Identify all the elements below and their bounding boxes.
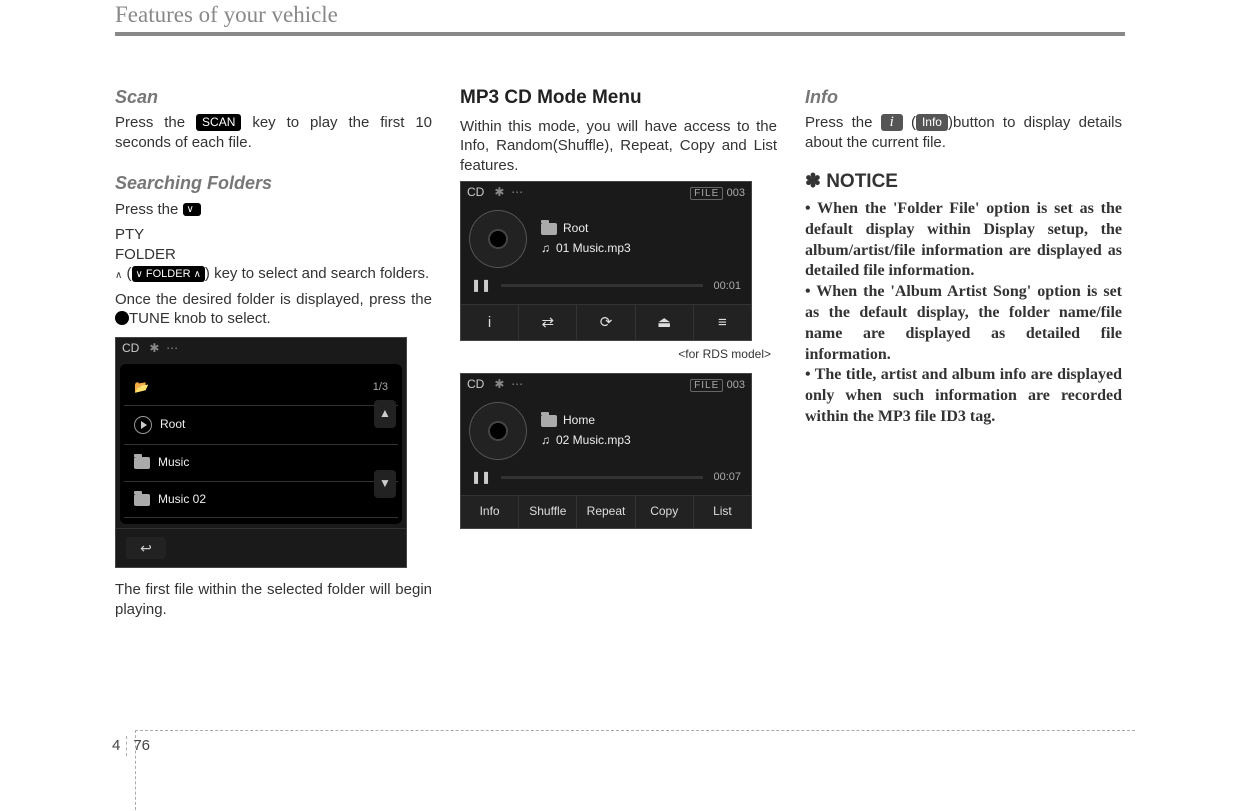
menu-list-icon: ≡	[694, 305, 751, 341]
folder-icon	[541, 223, 557, 235]
now-playing-screen-b: CD ✱ ⋯ FILE 003 Home ♫02 Music.mp3 ❚❚ 00…	[460, 373, 752, 529]
page-footer: 4 76	[0, 730, 1237, 731]
list-item: Music 02	[158, 492, 206, 508]
list-counter: 1/3	[373, 380, 388, 394]
searching-paragraph-2: Once the desired folder is displayed, pr…	[115, 290, 432, 329]
menu-list: List	[694, 496, 751, 528]
source-label: CD	[122, 341, 139, 357]
page-number: 76	[133, 736, 150, 756]
menu-shuffle-icon: ⇄	[519, 305, 577, 341]
folder-key: ∨ FOLDER ∧	[132, 266, 205, 282]
elapsed-time: 00:07	[713, 470, 741, 484]
searching-line2-after: TUNE knob to select.	[129, 310, 271, 327]
file-badge: FILE	[690, 187, 723, 200]
scan-key: SCAN	[196, 114, 241, 131]
notice-heading: ✽ NOTICE	[805, 170, 1122, 195]
column-2: MP3 CD Mode Menu Within this mode, you w…	[460, 86, 777, 626]
pty-top: PTY	[115, 225, 432, 245]
music-note-icon: ♫	[541, 433, 550, 449]
elapsed-time: 00:01	[713, 279, 741, 293]
play-icon	[134, 416, 152, 434]
scan-text-before: Press the	[115, 114, 196, 131]
folder-up-icon: 📂	[134, 380, 149, 396]
pty-folder-key: ∨	[183, 203, 201, 216]
menu-copy-icon: ⏏	[636, 305, 694, 341]
list-item: Root	[160, 417, 185, 433]
rds-caption: <for RDS model>	[460, 347, 771, 363]
menu-copy: Copy	[636, 496, 694, 528]
pause-icon: ❚❚	[471, 470, 491, 486]
list-item: Music	[158, 455, 189, 471]
info-key: Info	[916, 114, 948, 131]
scan-heading: Scan	[115, 86, 432, 109]
np-track: 01 Music.mp3	[556, 241, 631, 257]
after-screen-text: The first file within the selected folde…	[115, 580, 432, 619]
file-number: 003	[727, 379, 745, 391]
column-3: Info Press the i (Info)button to display…	[805, 86, 1122, 626]
section-number: 4	[112, 736, 127, 756]
back-button	[126, 537, 166, 559]
searching-before: Press the	[115, 201, 183, 218]
info-i-icon: i	[881, 114, 903, 131]
np-folder: Home	[563, 413, 595, 429]
pause-icon: ❚❚	[471, 278, 491, 294]
folder-icon	[134, 457, 150, 469]
searching-paragraph-1: Press the ∨	[115, 200, 432, 220]
source-label: CD	[467, 185, 484, 201]
music-note-icon: ♫	[541, 241, 550, 257]
source-label: CD	[467, 377, 484, 393]
scan-paragraph: Press the SCAN key to play the first 10 …	[115, 113, 432, 152]
pty-bottom: FOLDER	[115, 245, 432, 265]
np-folder: Root	[563, 221, 588, 237]
file-badge: FILE	[690, 379, 723, 392]
info-paragraph: Press the i (Info)button to display deta…	[805, 113, 1122, 152]
folder-icon	[134, 494, 150, 506]
menu-shuffle: Shuffle	[519, 496, 577, 528]
mp3-menu-heading: MP3 CD Mode Menu	[460, 86, 777, 111]
searching-after: key to select and search folders.	[214, 265, 429, 282]
scroll-down-button: ▼	[374, 470, 396, 498]
searching-line2-before: Once the desired folder is displayed, pr…	[115, 291, 432, 308]
now-playing-screen-a: CD ✱ ⋯ FILE 003 Root ♫01 Music.mp3 ❚❚ 00…	[460, 181, 752, 341]
menu-repeat-icon: ⟳	[577, 305, 635, 341]
column-1: Scan Press the SCAN key to play the firs…	[115, 86, 432, 626]
file-number: 003	[727, 187, 745, 199]
folder-list-screen: CD ✱ ⋯ 📂 1/3 Root Music	[115, 337, 407, 569]
notice-bullet: The title, artist and album info are dis…	[805, 366, 1122, 425]
folder-icon	[541, 415, 557, 427]
notice-body: • When the 'Folder File' option is set a…	[805, 199, 1122, 428]
menu-repeat: Repeat	[577, 496, 635, 528]
scroll-up-button: ▲	[374, 400, 396, 428]
progress-bar	[501, 476, 703, 479]
info-before: Press the	[805, 114, 881, 131]
page-header: Features of your vehicle	[0, 0, 1237, 30]
searching-heading: Searching Folders	[115, 172, 432, 195]
disc-icon	[469, 402, 527, 460]
np-track: 02 Music.mp3	[556, 433, 631, 449]
progress-bar	[501, 284, 703, 287]
menu-info-icon: i	[461, 305, 519, 341]
notice-bullet: When the 'Album Artist Song' option is s…	[805, 283, 1122, 362]
mp3-intro: Within this mode, you will have access t…	[460, 117, 777, 176]
disc-icon	[469, 210, 527, 268]
menu-info: Info	[461, 496, 519, 528]
notice-bullet: When the 'Folder File' option is set as …	[805, 200, 1122, 279]
info-heading: Info	[805, 86, 1122, 109]
tune-knob-icon	[115, 311, 129, 325]
